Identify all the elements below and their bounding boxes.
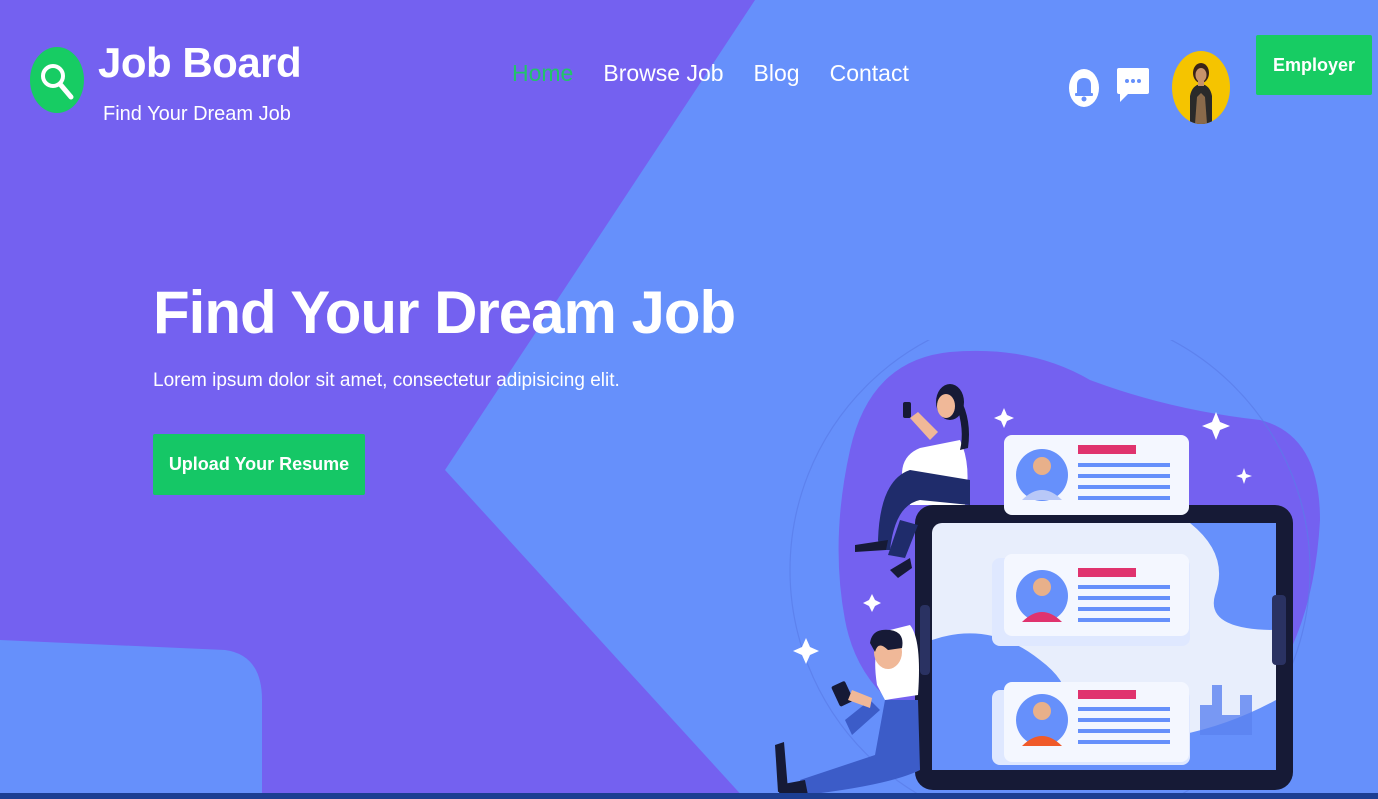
brand-title[interactable]: Job Board	[98, 42, 302, 84]
nav-browse-job[interactable]: Browse Job	[603, 60, 723, 87]
employer-button[interactable]: Employer	[1256, 35, 1372, 95]
nav-home[interactable]: Home	[512, 60, 573, 87]
main-nav: Home Browse Job Blog Contact	[512, 60, 909, 87]
nav-blog[interactable]: Blog	[754, 60, 800, 87]
hero-illustration	[775, 340, 1320, 799]
nav-contact[interactable]: Contact	[830, 60, 909, 87]
user-avatar[interactable]	[1172, 51, 1230, 124]
avatar-person-icon	[1190, 63, 1212, 124]
hero-subtitle: Lorem ipsum dolor sit amet, consectetur …	[153, 370, 620, 391]
bell-icon[interactable]	[1068, 68, 1100, 108]
search-logo-icon	[30, 47, 84, 113]
bottom-bar	[0, 793, 1378, 799]
hero-title: Find Your Dream Job	[153, 279, 736, 346]
chat-icon[interactable]	[1116, 66, 1150, 104]
upload-resume-button[interactable]: Upload Your Resume	[153, 434, 365, 495]
brand-subtitle: Find Your Dream Job	[103, 103, 291, 125]
